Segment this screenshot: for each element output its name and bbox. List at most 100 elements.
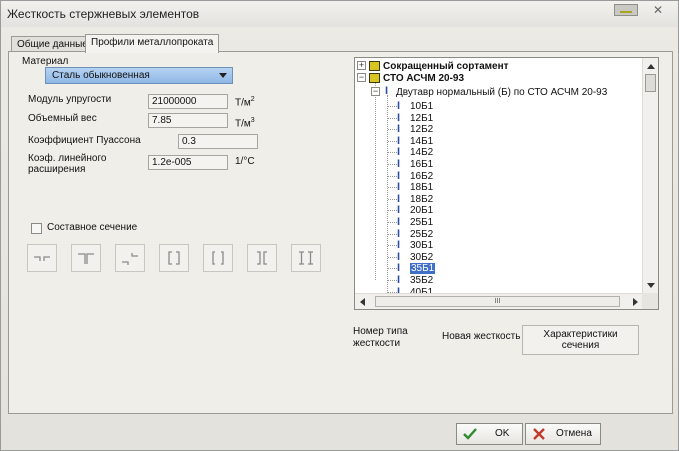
tree-item[interactable]: 18Б2 — [410, 194, 433, 205]
tree-item[interactable]: 25Б2 — [410, 229, 433, 240]
channel-back-icon — [212, 251, 224, 265]
tree-item-label: 35Б2 — [410, 275, 434, 286]
collapse-toggle-icon[interactable]: − — [357, 73, 366, 82]
tree-root-short[interactable]: Сокращенный сортамент — [383, 61, 509, 72]
scroll-corner — [642, 293, 658, 309]
tree-guide-line — [388, 106, 397, 107]
material-label: Материал — [22, 56, 69, 67]
scroll-thumb-horizontal[interactable]: III — [375, 296, 620, 307]
section-angle-pair-button[interactable] — [27, 244, 57, 272]
tree-guide-line — [388, 280, 397, 281]
elastic-modulus-label: Модуль упругости — [28, 94, 112, 105]
tree-guide-line — [388, 164, 397, 165]
tee-pair-icon — [78, 253, 94, 264]
tree-item[interactable]: 35Б1 — [410, 263, 436, 274]
profile-tree-viewport: + Сокращенный сортамент − СТО АСЧМ 20-93… — [355, 58, 643, 294]
tree-group-ibeam-normal[interactable]: Двутавр нормальный (Б) по СТО АСЧМ 20-93 — [396, 87, 607, 98]
tree-root-sto[interactable]: СТО АСЧМ 20-93 — [383, 73, 464, 84]
ibeam-icon: I — [397, 100, 401, 112]
scroll-down-icon[interactable] — [647, 283, 655, 288]
ibeam-icon: I — [397, 181, 401, 193]
ibeam-icon: I — [397, 123, 401, 135]
tree-item[interactable]: 14Б1 — [410, 136, 433, 147]
collapse-toggle-icon[interactable]: − — [371, 87, 380, 96]
tree-item[interactable]: 18Б1 — [410, 182, 433, 193]
section-channel-back-button[interactable] — [203, 244, 233, 272]
tree-guide-line — [375, 80, 376, 280]
poisson-label: Коэффициент Пуассона — [28, 135, 141, 146]
section-channel-face-button[interactable] — [247, 244, 277, 272]
tree-item-label: 16Б2 — [410, 171, 434, 182]
profile-tree[interactable]: + Сокращенный сортамент − СТО АСЧМ 20-93… — [354, 57, 659, 310]
tree-item[interactable]: 12Б2 — [410, 124, 433, 135]
thermal-expansion-label: Коэф. линейного расширения — [28, 153, 107, 175]
ibeam-pair-icon — [299, 251, 313, 265]
section-ibeam-pair-button[interactable] — [291, 244, 321, 272]
ibeam-icon: I — [397, 204, 401, 216]
tree-item[interactable]: 35Б2 — [410, 275, 433, 286]
tree-item-label: 18Б2 — [410, 194, 434, 205]
dialog-window: Жесткость стержневых элементов ✕ Общие д… — [0, 0, 679, 451]
scroll-up-icon[interactable] — [647, 64, 655, 69]
tree-horizontal-scrollbar[interactable]: III — [355, 293, 643, 309]
tree-item-label: 25Б2 — [410, 229, 434, 240]
tree-vertical-scrollbar[interactable] — [642, 58, 658, 294]
tree-item-label: 14Б2 — [410, 147, 434, 158]
ibeam-icon: I — [385, 85, 389, 97]
tree-guide-line — [388, 129, 397, 130]
unit-weight-label: Объемный вес — [28, 113, 97, 124]
ok-button[interactable]: OK — [456, 423, 523, 445]
ibeam-icon: I — [397, 158, 401, 170]
tree-guide-line — [388, 141, 397, 142]
tree-item-label: 30Б1 — [410, 240, 434, 251]
tab-rolled-profiles[interactable]: Профили металлопроката — [85, 34, 220, 53]
tree-item[interactable]: 30Б2 — [410, 252, 433, 263]
unit-weight-input[interactable]: 7.85 — [148, 113, 228, 128]
tree-item-label: 14Б1 — [410, 136, 434, 147]
scroll-left-icon[interactable] — [360, 298, 365, 306]
section-tee-pair-button[interactable] — [71, 244, 101, 272]
window-title: Жесткость стержневых элементов — [7, 7, 200, 21]
tree-guide-line — [388, 257, 397, 258]
tree-item-label: 25Б1 — [410, 217, 434, 228]
new-stiffness-label[interactable]: Новая жесткость — [442, 331, 520, 343]
tree-item[interactable]: 16Б2 — [410, 171, 433, 182]
tree-item-label: 30Б2 — [410, 252, 434, 263]
tree-item[interactable]: 16Б1 — [410, 159, 433, 170]
minimize-button[interactable] — [614, 4, 638, 16]
tree-item-label: 18Б1 — [410, 182, 434, 193]
tree-item[interactable]: 14Б2 — [410, 147, 433, 158]
elastic-modulus-input[interactable]: 21000000 — [148, 94, 228, 109]
tree-guide-line — [388, 222, 397, 223]
cancel-button[interactable]: Отмена — [525, 423, 601, 445]
tree-item[interactable]: 10Б1 — [410, 101, 433, 112]
poisson-input[interactable]: 0.3 — [178, 134, 258, 149]
tree-item-label: 16Б1 — [410, 159, 434, 170]
title-bar: Жесткость стержневых элементов ✕ — [1, 1, 678, 27]
tree-item[interactable]: 20Б1 — [410, 205, 433, 216]
section-characteristics-button[interactable]: Характеристики сечения — [522, 325, 639, 355]
tree-item[interactable]: 25Б1 — [410, 217, 433, 228]
section-channel-box-button[interactable] — [159, 244, 189, 272]
scroll-thumb[interactable] — [645, 74, 656, 92]
tree-item-label: 35Б1 — [410, 263, 436, 274]
tree-item[interactable]: 30Б1 — [410, 240, 433, 251]
thermal-expansion-input[interactable]: 1.2e-005 — [148, 155, 228, 170]
section-angle-cross-button[interactable] — [115, 244, 145, 272]
thermal-expansion-unit: 1/°C — [235, 156, 255, 167]
expand-toggle-icon[interactable]: + — [357, 61, 366, 70]
channel-box-icon — [168, 251, 180, 265]
tree-item[interactable]: 12Б1 — [410, 113, 433, 124]
close-button[interactable]: ✕ — [651, 4, 665, 16]
tree-item-label: 10Б1 — [410, 101, 434, 112]
tree-guide-line — [388, 199, 397, 200]
tree-guide-line — [388, 176, 397, 177]
material-select[interactable]: Сталь обыкновенная — [45, 67, 233, 84]
tree-guide-line — [388, 268, 397, 269]
composite-section-checkbox[interactable] — [31, 223, 42, 234]
scroll-right-icon[interactable] — [633, 298, 638, 306]
elastic-modulus-unit: Т/м2 — [235, 96, 255, 109]
stiffness-type-number-label: Номер типа жесткости — [353, 326, 408, 349]
tree-guide-line — [388, 187, 397, 188]
ibeam-icon: I — [397, 216, 401, 228]
